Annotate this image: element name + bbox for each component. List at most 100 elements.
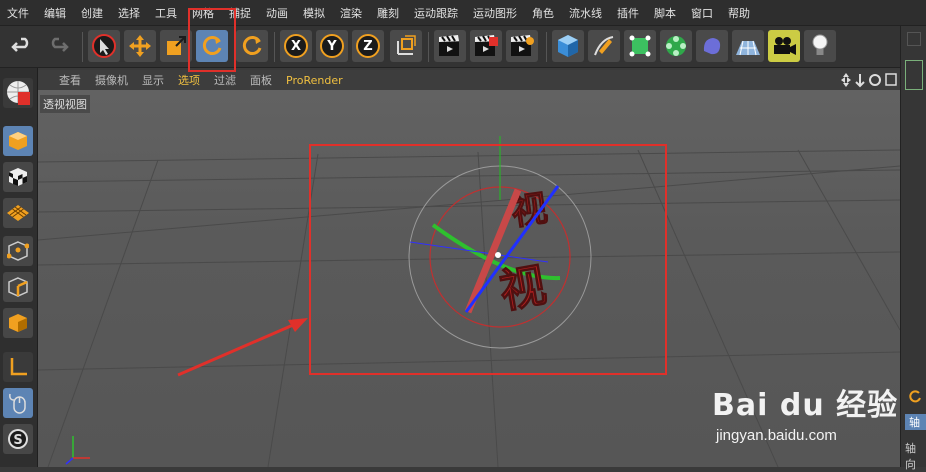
viewport-label: 透视视图	[40, 95, 90, 113]
floor-object-button[interactable]	[732, 30, 764, 62]
menu-script[interactable]: 脚本	[647, 5, 684, 21]
redo-button[interactable]	[42, 30, 74, 62]
cube-object-button[interactable]	[552, 30, 584, 62]
menu-plugins[interactable]: 插件	[610, 5, 647, 21]
menu-simulate[interactable]: 模拟	[296, 5, 333, 21]
watermark-url: jingyan.baidu.com	[716, 427, 837, 444]
left-toolbar: S	[0, 68, 38, 467]
edges-cube-icon	[8, 277, 28, 297]
array-cloner-button[interactable]	[660, 30, 692, 62]
bend-deformer-icon	[703, 38, 721, 55]
menu-character[interactable]: 角色	[525, 5, 562, 21]
axis-z-icon: Z	[356, 34, 380, 58]
menu-animate[interactable]: 动画	[259, 5, 296, 21]
menu-motion-tracking[interactable]: 运动跟踪	[407, 5, 466, 21]
deformer-button[interactable]	[696, 30, 728, 62]
move-tool-button[interactable]	[124, 30, 156, 62]
snap-button[interactable]: S	[3, 424, 33, 454]
redo-icon	[51, 37, 69, 52]
render-view-button[interactable]	[434, 30, 466, 62]
clapper-gear-icon	[511, 35, 534, 56]
watermark-brand: Bai du 经验	[712, 388, 899, 423]
menu-file[interactable]: 文件	[0, 5, 37, 21]
light-object-button[interactable]	[804, 30, 836, 62]
live-select-button[interactable]	[88, 30, 120, 62]
right-panel: 轴 轴向	[900, 26, 926, 471]
workplane-mode-button[interactable]	[3, 198, 33, 228]
menu-bar: 文件 编辑 创建 选择 工具 网格 捕捉 动画 模拟 渲染 雕刻 运动跟踪 运动…	[0, 0, 926, 26]
menu-pipeline[interactable]: 流水线	[562, 5, 610, 21]
menu-create[interactable]: 创建	[74, 5, 111, 21]
camera-object-button[interactable]	[768, 30, 800, 62]
viewport-menu-view[interactable]: 查看	[52, 72, 88, 88]
menu-window[interactable]: 窗口	[684, 5, 721, 21]
viewport-menu-display[interactable]: 显示	[135, 72, 171, 88]
annotation-arrow	[177, 320, 301, 377]
menu-sculpt[interactable]: 雕刻	[370, 5, 407, 21]
mouse-icon	[9, 393, 26, 414]
object-manager-item[interactable]	[905, 60, 923, 90]
viewport-menu-panel[interactable]: 面板	[243, 72, 279, 88]
lock-y-button[interactable]: Y	[316, 30, 348, 62]
menu-edit[interactable]: 编辑	[37, 5, 74, 21]
world-axis-indicator	[65, 436, 90, 465]
model-mode-button[interactable]	[3, 126, 33, 156]
cube-icon	[558, 35, 578, 57]
render-picture-viewer-button[interactable]	[470, 30, 502, 62]
axis-mode-button[interactable]	[3, 352, 33, 382]
axis-l-icon	[10, 358, 27, 376]
tweak-mode-button[interactable]	[3, 388, 33, 418]
rotate-mini-icon	[907, 388, 923, 407]
subdivision-button[interactable]	[624, 30, 656, 62]
viewport-menu-bar: 查看 摄像机 显示 选项 过滤 面板 ProRender	[38, 70, 900, 90]
make-editable-button[interactable]	[3, 78, 33, 108]
lightbulb-icon	[812, 34, 828, 55]
annotation-box-model	[309, 144, 667, 375]
menu-select[interactable]: 选择	[111, 5, 148, 21]
points-cube-icon	[7, 241, 29, 261]
axis-x-icon: X	[284, 34, 308, 58]
polygons-cube-icon	[9, 314, 27, 332]
globe-editable-icon	[7, 81, 30, 105]
cursor-select-icon	[92, 34, 116, 58]
pen-icon	[594, 36, 614, 56]
undo-button[interactable]	[6, 30, 38, 62]
menu-render[interactable]: 渲染	[333, 5, 370, 21]
tab-axis[interactable]: 轴	[905, 414, 926, 430]
panel-handle[interactable]	[907, 32, 921, 46]
recent-tool-button[interactable]	[236, 30, 268, 62]
undo-icon	[11, 37, 29, 52]
scale-icon	[167, 36, 186, 55]
viewport-menu-options[interactable]: 选项	[171, 72, 207, 88]
pen-spline-button[interactable]	[588, 30, 620, 62]
clapper-render-icon	[475, 35, 498, 56]
points-mode-button[interactable]	[3, 236, 33, 266]
texture-mode-button[interactable]	[3, 162, 33, 192]
toolbar-separator	[546, 32, 547, 62]
lock-z-button[interactable]: Z	[352, 30, 384, 62]
rotate-recent-icon	[242, 36, 262, 55]
toolbar-separator	[274, 32, 275, 62]
annotation-arrowhead	[288, 318, 308, 332]
menu-mograph[interactable]: 运动图形	[466, 5, 525, 21]
lock-x-button[interactable]: X	[280, 30, 312, 62]
render-settings-button[interactable]	[506, 30, 538, 62]
cloner-icon	[666, 36, 686, 56]
subdivision-icon	[629, 35, 651, 57]
polygons-mode-button[interactable]	[3, 308, 33, 338]
viewport-menu-filter[interactable]: 过滤	[207, 72, 243, 88]
model-cube-icon	[9, 132, 27, 150]
menu-tools[interactable]: 工具	[148, 5, 185, 21]
checker-cube-icon	[9, 168, 27, 186]
edges-mode-button[interactable]	[3, 272, 33, 302]
axis-y-icon: Y	[320, 34, 344, 58]
viewport-menu-cameras[interactable]: 摄像机	[88, 72, 135, 88]
main-toolbar: X Y Z	[0, 26, 926, 68]
world-axis-icon	[397, 35, 416, 55]
axis-direction-label: 轴向	[905, 442, 916, 471]
viewport-menu-prorender[interactable]: ProRender	[279, 74, 350, 87]
workplane-grid-icon	[7, 205, 29, 221]
viewport-nav-icons[interactable]	[840, 72, 900, 88]
menu-help[interactable]: 帮助	[721, 5, 758, 21]
coordinate-system-button[interactable]	[390, 30, 422, 62]
